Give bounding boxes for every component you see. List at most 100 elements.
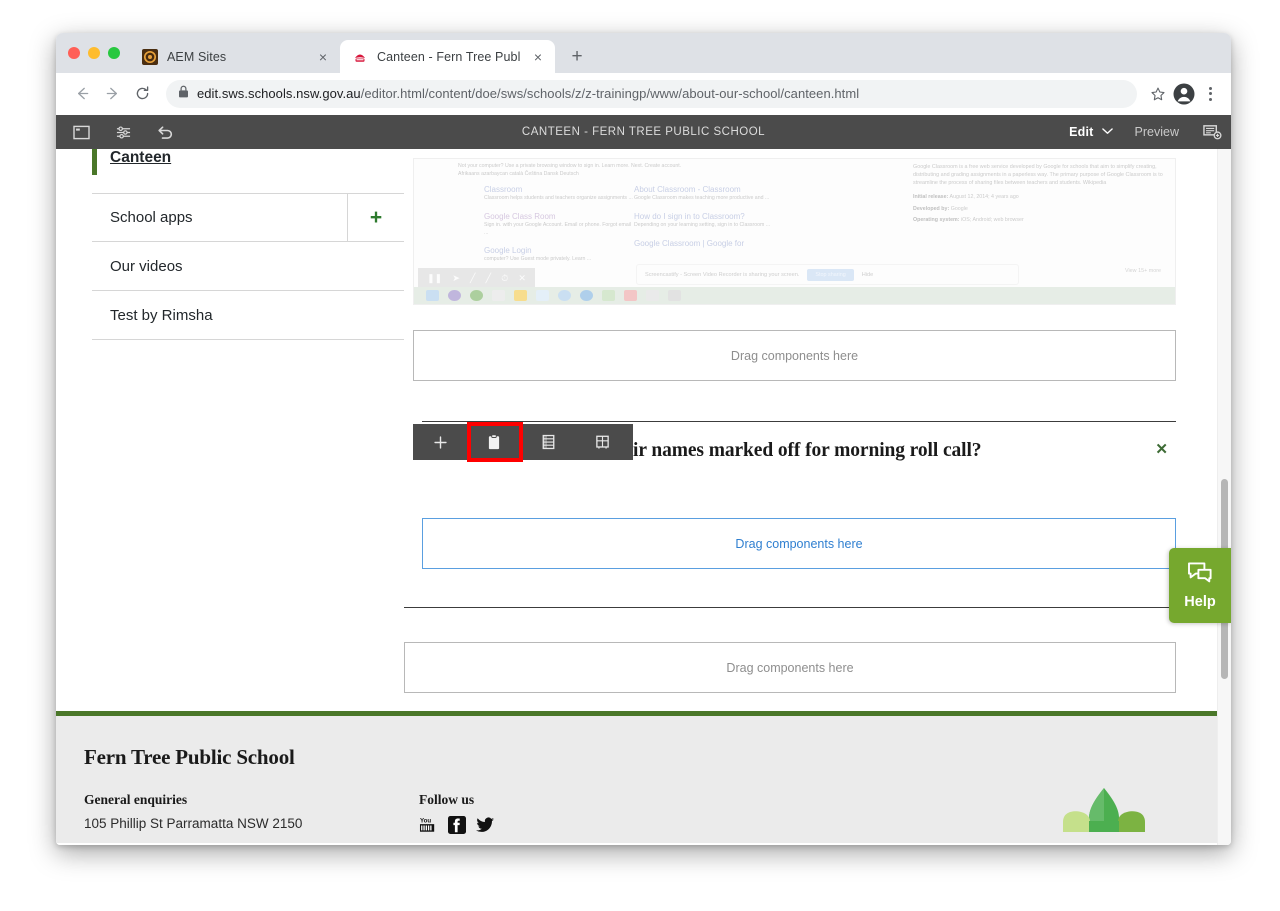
tab-strip: AEM Sites × Canteen - Fern Tree Public S… (56, 33, 1231, 73)
highlighter-icon[interactable]: ╱ (486, 273, 491, 284)
lock-icon (178, 85, 189, 103)
browser-tab-aem-sites[interactable]: AEM Sites × (130, 40, 340, 73)
embedded-screenshot[interactable]: Not your computer? Use a private browsin… (413, 158, 1176, 305)
sidebar-item-canteen[interactable]: Canteen (92, 149, 404, 175)
profile-avatar-icon[interactable] (1171, 81, 1197, 107)
preview-button[interactable]: Preview (1135, 125, 1179, 139)
browser-tab-canteen[interactable]: Canteen - Fern Tree Public Sch × (340, 40, 555, 73)
view-more-label[interactable]: View 15+ more (1125, 268, 1161, 274)
fact-label: Developed by: (913, 205, 950, 212)
dock-item-icon (624, 290, 637, 301)
footer-enquiries-heading: General enquiries (84, 792, 188, 807)
back-arrow-icon[interactable] (68, 80, 96, 108)
sidebar-panel-icon[interactable] (70, 121, 92, 143)
minimize-window-button[interactable] (88, 47, 100, 59)
star-icon[interactable] (1147, 86, 1169, 102)
dock-item-icon (448, 290, 461, 301)
pause-icon[interactable]: ❚❚ (427, 273, 442, 284)
paste-component-button[interactable] (467, 424, 521, 460)
expand-plus-icon[interactable]: + (347, 194, 404, 241)
sidebar-item-our-videos[interactable]: Our videos (92, 242, 404, 291)
dropzone-2-active[interactable]: Drag components here (422, 518, 1176, 569)
result-link[interactable]: Google Classroom | Google for (634, 239, 799, 248)
new-tab-button[interactable]: + (563, 42, 591, 70)
group-component-button[interactable] (521, 424, 575, 460)
aem-icon (142, 48, 158, 65)
url-path: /editor.html/content/doe/sws/schools/z/z… (360, 86, 860, 101)
tab-title: Canteen - Fern Tree Public Sch (377, 49, 521, 64)
fact-value: August 12, 2014; 4 years ago (949, 194, 1019, 201)
knowledge-description: Google Classroom is a free web service d… (913, 164, 1163, 187)
timer-icon[interactable]: ⏱ (501, 273, 508, 284)
hide-share-button[interactable]: Hide (862, 272, 874, 278)
browser-toolbar: edit.sws.schools.nsw.gov.au/editor.html/… (56, 73, 1231, 115)
result-snippet: Classroom helps students and teachers or… (484, 195, 633, 201)
forward-arrow-icon[interactable] (98, 80, 126, 108)
result-link[interactable]: Google Class Room (484, 212, 634, 221)
twitter-icon[interactable] (476, 816, 495, 839)
dock-item-icon (668, 290, 681, 301)
page-properties-icon[interactable] (112, 121, 134, 143)
maximize-window-button[interactable] (108, 47, 120, 59)
sidebar-item-school-apps[interactable]: School apps + (92, 193, 404, 242)
page-canvas: Canteen School apps + Our videos Test by… (56, 149, 1231, 845)
dock-item-icon (646, 290, 659, 301)
result-link[interactable]: Classroom (484, 185, 634, 194)
chevron-down-icon[interactable] (1101, 127, 1113, 138)
close-icon[interactable]: × (530, 49, 546, 65)
svg-text:You: You (420, 818, 431, 825)
fact-label: Initial release: (913, 194, 949, 201)
close-window-button[interactable] (68, 47, 80, 59)
insert-component-button[interactable] (413, 424, 467, 460)
url-text: edit.sws.schools.nsw.gov.au/editor.html/… (197, 86, 859, 101)
footer-school-name: Fern Tree Public School (84, 745, 295, 769)
edit-mode-button[interactable]: Edit (1069, 125, 1093, 139)
close-icon[interactable]: × (315, 49, 331, 65)
help-label: Help (1184, 594, 1216, 610)
fact-value: iOS; Android; web browser (961, 216, 1024, 223)
dock-item-icon (426, 290, 439, 301)
footer-follow-heading: Follow us (419, 792, 475, 807)
sidebar-item-label: Test by Rimsha (110, 306, 213, 324)
reload-icon[interactable] (128, 80, 156, 108)
main-content-column: Not your computer? Use a private browsin… (404, 149, 1231, 711)
result-snippet: Depending on your learning setting, sign… (634, 221, 771, 228)
screen-share-bar: Screencastify - Screen Video Recorder is… (636, 264, 1019, 285)
facebook-icon[interactable] (448, 816, 466, 839)
sidebar-item-test-by-rimsha[interactable]: Test by Rimsha (92, 291, 404, 340)
knowledge-panel: Google Classroom is a free web service d… (913, 163, 1163, 224)
pen-icon[interactable]: ╱ (470, 273, 475, 284)
cursor-icon[interactable]: ➤ (452, 273, 460, 284)
dropzone-label: Drag components here (730, 348, 859, 363)
dropzone-3[interactable]: Drag components here (404, 642, 1176, 693)
result-snippet: computer? Use Guest mode privately. Lear… (484, 256, 592, 263)
sidebar-item-label: Our videos (110, 257, 183, 275)
window-controls (66, 33, 130, 73)
result-link[interactable]: Google Login (484, 246, 634, 255)
close-icon[interactable]: ✕ (518, 273, 526, 284)
help-widget-button[interactable]: Help (1169, 548, 1231, 623)
result-snippet: Google Classroom makes teaching more pro… (634, 195, 770, 201)
section-navigation: Canteen School apps + Our videos Test by… (56, 149, 404, 711)
layout-component-button[interactable] (575, 424, 629, 460)
screencastify-recorder-toolbar[interactable]: ❚❚ ➤ ╱ ╱ ⏱ ✕ (418, 268, 535, 288)
kebab-menu-icon[interactable] (1199, 86, 1221, 101)
footer-address: 105 Phillip St Parramatta NSW 2150 (84, 816, 303, 831)
stop-sharing-button[interactable]: Stop sharing (807, 268, 854, 281)
dock-item-icon (470, 290, 483, 301)
dock-item-icon (558, 290, 571, 301)
component-edit-toolbar (413, 424, 633, 460)
nsw-waratah-icon (352, 49, 368, 65)
annotations-icon[interactable] (1201, 121, 1223, 143)
screenshot-top-note: Not your computer? Use a private browsin… (458, 163, 682, 169)
remove-question-button[interactable]: ✕ (1155, 440, 1176, 458)
result-link[interactable]: About Classroom - Classroom (634, 185, 799, 194)
screenshot-languages: Afrikaans azarbaycan català Čeština Dans… (458, 170, 579, 177)
youtube-icon[interactable]: You (419, 816, 438, 839)
aem-editor-toolbar: CANTEEN - FERN TREE PUBLIC SCHOOL Edit P… (56, 115, 1231, 149)
url-host: edit.sws.schools.nsw.gov.au (197, 86, 361, 101)
address-bar[interactable]: edit.sws.schools.nsw.gov.au/editor.html/… (166, 79, 1137, 108)
undo-icon[interactable] (154, 121, 176, 143)
dropzone-1[interactable]: Drag components here (413, 330, 1176, 381)
result-link[interactable]: How do I sign in to Classroom? (634, 212, 799, 221)
